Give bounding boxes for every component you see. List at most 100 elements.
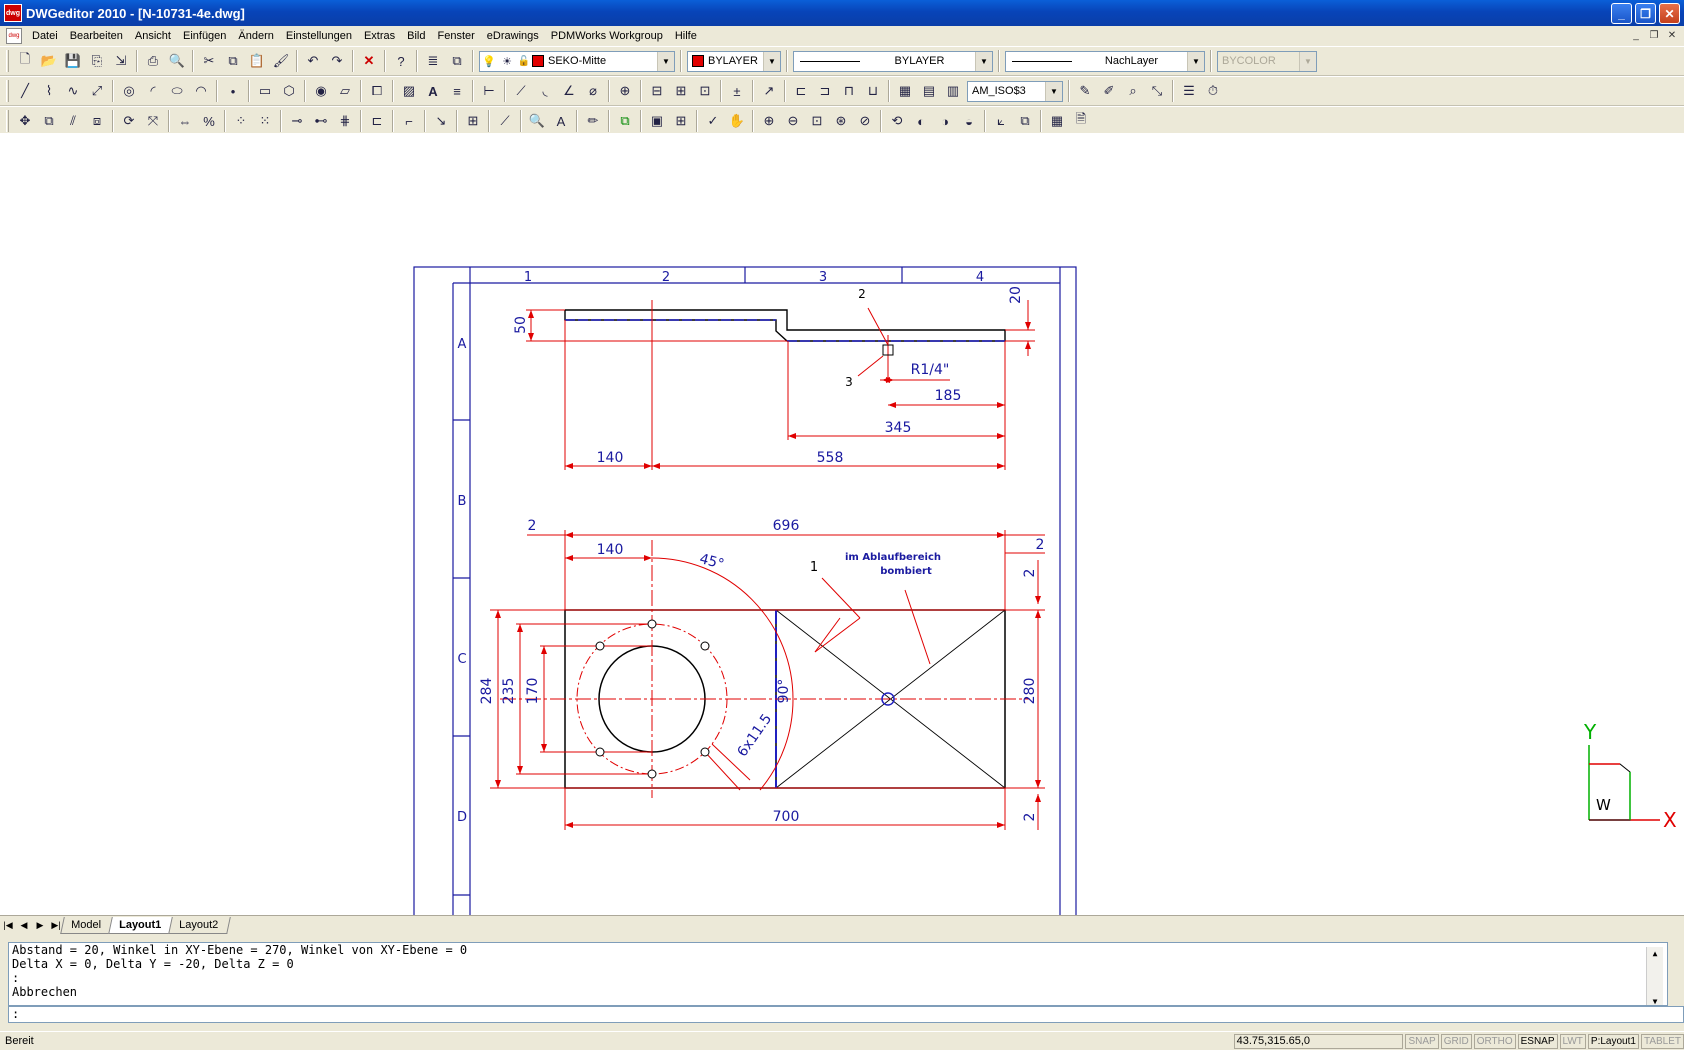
dim-linear-icon[interactable]: ⊢ bbox=[478, 80, 500, 102]
save-as-icon[interactable]: ⎘ bbox=[86, 50, 108, 72]
join-icon[interactable]: ⊏ bbox=[366, 110, 388, 132]
donut-icon[interactable]: ◉ bbox=[310, 80, 332, 102]
find-icon[interactable]: 🔍 bbox=[526, 110, 548, 132]
export-icon[interactable]: ⇲ bbox=[110, 50, 132, 72]
layer-manager-icon[interactable]: ≣ bbox=[422, 50, 444, 72]
zoom-window-icon[interactable]: ⊡ bbox=[806, 110, 828, 132]
command-input[interactable]: : bbox=[8, 1006, 1684, 1023]
match-properties-icon[interactable]: 🖌 bbox=[270, 50, 292, 72]
zoom-out-icon[interactable]: ⊖ bbox=[782, 110, 804, 132]
polar-array-icon[interactable]: ⁙ bbox=[254, 110, 276, 132]
delete-icon[interactable]: ✕ bbox=[358, 50, 380, 72]
shade-icon[interactable]: ◑ bbox=[934, 110, 956, 132]
app-icon[interactable]: dwg bbox=[4, 4, 22, 22]
quick-dim-icon[interactable]: ⊏ bbox=[790, 80, 812, 102]
stretch-icon[interactable]: ⇔ bbox=[174, 110, 196, 132]
grid-toggle[interactable]: GRID bbox=[1440, 1033, 1472, 1049]
maximize-button[interactable]: ❐ bbox=[1635, 3, 1656, 24]
view-manager-icon[interactable]: ⊞ bbox=[670, 110, 692, 132]
drawing-canvas[interactable]: 1 2 3 4 A B C D 50 20 2 3 R1/4" 185 345 … bbox=[0, 133, 1684, 915]
help-icon[interactable]: ? bbox=[390, 50, 412, 72]
scale-icon[interactable]: ⤧ bbox=[142, 110, 164, 132]
rectangle-icon[interactable]: ▭ bbox=[254, 80, 276, 102]
edit-text-icon[interactable]: ✐ bbox=[1098, 80, 1120, 102]
mirror-icon[interactable]: ⫽ bbox=[62, 110, 84, 132]
menu-pdmworks[interactable]: PDMWorks Workgroup bbox=[545, 30, 669, 42]
new-icon[interactable]: 🗋 bbox=[14, 50, 36, 72]
ellipse-icon[interactable]: ⬭ bbox=[166, 80, 188, 102]
line-icon[interactable]: ╱ bbox=[14, 80, 36, 102]
print-icon[interactable]: ⎙ bbox=[142, 50, 164, 72]
zoom-in-icon[interactable]: ⊕ bbox=[758, 110, 780, 132]
rotate-icon[interactable]: ⟳ bbox=[118, 110, 140, 132]
tab-layout2[interactable]: Layout2 bbox=[168, 917, 232, 934]
lineweight-select[interactable]: NachLayer ▼ bbox=[1005, 50, 1205, 72]
tolerance-icon[interactable]: ± bbox=[726, 80, 748, 102]
polygon-icon[interactable]: ⬡ bbox=[278, 80, 300, 102]
zoom-extents-icon[interactable]: ⊘ bbox=[854, 110, 876, 132]
space-toggle[interactable]: P:Layout1 bbox=[1587, 1033, 1639, 1049]
menu-aendern[interactable]: Ändern bbox=[232, 30, 279, 42]
undo-icon[interactable]: ↶ bbox=[302, 50, 324, 72]
snap-toggle[interactable]: SNAP bbox=[1405, 1033, 1439, 1049]
doc-minimize-button[interactable]: _ bbox=[1628, 28, 1644, 43]
spline-icon[interactable]: ∿ bbox=[62, 80, 84, 102]
ray-icon[interactable]: ⤢ bbox=[86, 80, 108, 102]
array-icon[interactable]: ⁘ bbox=[230, 110, 252, 132]
region-icon[interactable]: ▱ bbox=[334, 80, 356, 102]
paste-icon[interactable]: 📋 bbox=[246, 50, 268, 72]
menu-bearbeiten[interactable]: Bearbeiten bbox=[64, 30, 129, 42]
polyline-icon[interactable]: ⌇ bbox=[38, 80, 60, 102]
named-ucs-icon[interactable]: ⧉ bbox=[1014, 110, 1036, 132]
lwt-toggle[interactable]: LWT bbox=[1559, 1033, 1586, 1049]
ordinate-icon[interactable]: ⊡ bbox=[694, 80, 716, 102]
erase-icon[interactable]: ✏ bbox=[582, 110, 604, 132]
tab-layout1[interactable]: Layout1 bbox=[108, 917, 174, 934]
menu-hilfe[interactable]: Hilfe bbox=[669, 30, 703, 42]
viewport-icon[interactable]: ▣ bbox=[646, 110, 668, 132]
break-icon[interactable]: ⋕ bbox=[334, 110, 356, 132]
esnap-toggle[interactable]: ESNAP bbox=[1517, 1033, 1558, 1049]
offset-icon[interactable]: ⧈ bbox=[86, 110, 108, 132]
group-icon[interactable]: ⧉ bbox=[614, 110, 636, 132]
dim-angle-icon[interactable]: ∠ bbox=[558, 80, 580, 102]
menu-einfuegen[interactable]: Einfügen bbox=[177, 30, 232, 42]
chamfer-icon[interactable]: ⌐ bbox=[398, 110, 420, 132]
cut-icon[interactable]: ✂ bbox=[198, 50, 220, 72]
next-tab-icon[interactable]: ▶ bbox=[32, 920, 48, 931]
scroll-down-icon[interactable]: ▼ bbox=[1653, 995, 1658, 1005]
prev-tab-icon[interactable]: ◀ bbox=[16, 920, 32, 931]
lengthen-icon[interactable]: % bbox=[198, 110, 220, 132]
document-icon[interactable]: dwg bbox=[6, 28, 22, 44]
redo-icon[interactable]: ↷ bbox=[326, 50, 348, 72]
point-icon[interactable]: • bbox=[222, 80, 244, 102]
arc-icon[interactable]: ◜ bbox=[142, 80, 164, 102]
print-preview-icon[interactable]: 🔍 bbox=[166, 50, 188, 72]
scale-text-icon[interactable]: ⤡ bbox=[1146, 80, 1168, 102]
copy-object-icon[interactable]: ⧉ bbox=[38, 110, 60, 132]
ortho-toggle[interactable]: ORTHO bbox=[1473, 1033, 1516, 1049]
block-icon[interactable]: ⧠ bbox=[366, 80, 388, 102]
menu-extras[interactable]: Extras bbox=[358, 30, 401, 42]
dim-diameter-icon[interactable]: ⌀ bbox=[582, 80, 604, 102]
continue-icon[interactable]: ⊞ bbox=[670, 80, 692, 102]
close-button[interactable]: ✕ bbox=[1659, 3, 1680, 24]
text-style-icon[interactable]: A bbox=[550, 110, 572, 132]
tablet-toggle[interactable]: TABLET bbox=[1640, 1033, 1684, 1049]
zoom-all-icon[interactable]: ⊛ bbox=[830, 110, 852, 132]
dimstyle-select[interactable]: AM_ISO$3 ▼ bbox=[967, 80, 1063, 102]
history-scrollbar[interactable]: ▲ ▼ bbox=[1646, 947, 1663, 1005]
baseline-icon[interactable]: ⊟ bbox=[646, 80, 668, 102]
menu-datei[interactable]: Datei bbox=[26, 30, 64, 42]
tab-model[interactable]: Model bbox=[60, 917, 114, 934]
redraw-icon[interactable]: ✓ bbox=[702, 110, 724, 132]
timer-icon[interactable]: ⏱ bbox=[1202, 80, 1224, 102]
extend-icon[interactable]: ⊷ bbox=[310, 110, 332, 132]
find-text-icon[interactable]: ⌕ bbox=[1122, 80, 1144, 102]
move-icon[interactable]: ✥ bbox=[14, 110, 36, 132]
color-select[interactable]: BYLAYER ▼ bbox=[687, 50, 781, 72]
menu-fenster[interactable]: Fenster bbox=[432, 30, 481, 42]
dim-edit-icon[interactable]: ⊐ bbox=[814, 80, 836, 102]
properties-icon[interactable]: ☰ bbox=[1178, 80, 1200, 102]
trim-icon[interactable]: ⊸ bbox=[286, 110, 308, 132]
